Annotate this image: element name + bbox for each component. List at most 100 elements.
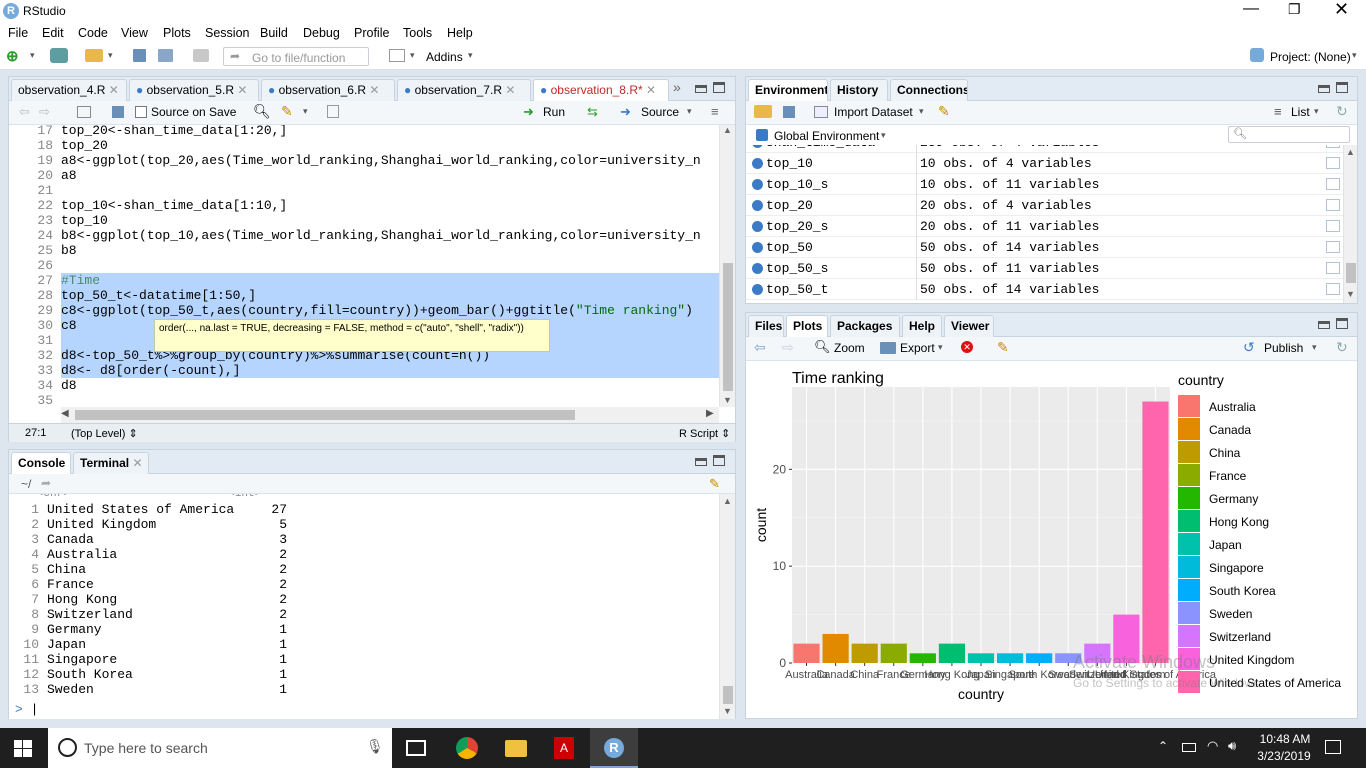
scroll-down-icon[interactable]: ▼: [1346, 289, 1355, 299]
taskbar-search-box[interactable]: Type here to search 🎙︎: [48, 728, 392, 768]
env-row[interactable]: top_10 10 obs. of 4 variables: [746, 153, 1343, 174]
hscroll-thumb[interactable]: [75, 410, 575, 420]
save-icon[interactable]: [133, 49, 146, 62]
menu-help[interactable]: Help: [447, 26, 473, 40]
outline-icon[interactable]: ≡: [711, 104, 719, 119]
chevron-down-icon[interactable]: ▾: [1352, 50, 1357, 61]
export-button[interactable]: Export: [900, 341, 935, 355]
wifi-icon[interactable]: ◠: [1207, 738, 1218, 754]
next-plot-icon[interactable]: ⇨: [782, 339, 794, 356]
console-scrollbar[interactable]: ▲ ▼: [719, 494, 735, 719]
env-row[interactable]: top_50_s 50 obs. of 11 variables: [746, 258, 1343, 279]
show-hidden-icons-icon[interactable]: ⌃: [1158, 739, 1168, 753]
restore-icon[interactable]: ❐: [1288, 1, 1301, 18]
project-menu[interactable]: Project: (None): [1270, 50, 1351, 64]
scroll-thumb[interactable]: [723, 263, 733, 391]
env-row[interactable]: top_20 20 obs. of 4 variables: [746, 195, 1343, 216]
env-row[interactable]: shan_time_data 239 obs. of 4 variables: [746, 145, 1343, 153]
tab-observation-7[interactable]: ● observation_7.R ✕: [397, 79, 531, 101]
forward-icon[interactable]: ⇨: [39, 104, 50, 120]
chevron-down-icon[interactable]: ▾: [468, 50, 473, 61]
menu-edit[interactable]: Edit: [42, 26, 64, 40]
run-button[interactable]: Run: [543, 105, 565, 119]
zoom-button[interactable]: Zoom: [834, 341, 865, 355]
minimize-icon[interactable]: —: [1243, 0, 1259, 18]
maximize-pane-icon[interactable]: [713, 455, 725, 466]
publish-button[interactable]: Publish: [1264, 341, 1303, 355]
menu-profile[interactable]: Profile: [354, 26, 389, 40]
close-tab-icon[interactable]: ✕: [237, 83, 247, 97]
tab-history[interactable]: History: [830, 79, 888, 101]
show-in-window-icon[interactable]: [77, 106, 91, 118]
scope-menu[interactable]: (Top Level) ⇕: [71, 427, 138, 440]
env-row[interactable]: top_10_s 10 obs. of 11 variables: [746, 174, 1343, 195]
list-view-button[interactable]: List: [1291, 105, 1310, 119]
chevron-down-icon[interactable]: ▾: [881, 130, 886, 141]
tab-observation-5[interactable]: ● observation_5.R ✕: [129, 79, 259, 101]
print-icon[interactable]: [193, 49, 209, 62]
scroll-thumb[interactable]: [1346, 263, 1356, 283]
maximize-pane-icon[interactable]: [1336, 318, 1348, 329]
view-table-icon[interactable]: [1326, 145, 1340, 148]
tab-console[interactable]: Console: [11, 452, 71, 474]
scroll-left-icon[interactable]: ◀: [61, 408, 69, 419]
view-table-icon[interactable]: [1326, 157, 1340, 169]
clear-console-icon[interactable]: ✎: [709, 476, 720, 492]
expand-icon[interactable]: [752, 158, 763, 169]
clock-time[interactable]: 10:48 AM: [1256, 732, 1314, 746]
magic-wand-icon[interactable]: ✎: [281, 103, 293, 120]
expand-icon[interactable]: [752, 221, 763, 232]
import-dataset-button[interactable]: Import Dataset: [834, 105, 913, 119]
menu-view[interactable]: View: [121, 26, 148, 40]
chrome-icon[interactable]: [456, 737, 478, 759]
battery-icon[interactable]: [1182, 743, 1196, 752]
volume-icon[interactable]: 🔊︎: [1228, 738, 1236, 754]
view-table-icon[interactable]: [1326, 199, 1340, 211]
close-tab-icon[interactable]: ✕: [132, 456, 142, 470]
notifications-icon[interactable]: [1325, 740, 1341, 754]
tab-plots[interactable]: Plots: [786, 315, 828, 337]
tab-help[interactable]: Help: [902, 315, 942, 337]
scroll-thumb[interactable]: [723, 686, 733, 704]
acrobat-icon[interactable]: A: [554, 737, 574, 759]
tab-viewer[interactable]: Viewer: [944, 315, 994, 337]
menu-tools[interactable]: Tools: [403, 26, 432, 40]
chevron-down-icon[interactable]: ▾: [303, 106, 308, 117]
menu-debug[interactable]: Debug: [303, 26, 340, 40]
more-tabs-icon[interactable]: »: [673, 79, 681, 95]
chevron-down-icon[interactable]: ▾: [410, 50, 415, 61]
scroll-down-icon[interactable]: ▼: [723, 706, 732, 716]
minimize-pane-icon[interactable]: [1318, 321, 1330, 329]
source-button[interactable]: Source: [641, 105, 679, 119]
chevron-down-icon[interactable]: ▾: [687, 106, 692, 117]
tab-observation-8[interactable]: ● observation_8.R* ✕: [533, 79, 669, 101]
chevron-down-icon[interactable]: ▾: [938, 342, 943, 353]
save-all-icon[interactable]: [158, 49, 173, 62]
addins-button[interactable]: Addins: [426, 50, 463, 64]
remove-plot-icon[interactable]: ✕: [961, 341, 973, 353]
view-table-icon[interactable]: [1326, 262, 1340, 274]
minimize-pane-icon[interactable]: [1318, 85, 1330, 93]
working-dir[interactable]: ~/: [21, 477, 31, 491]
expand-icon[interactable]: [752, 179, 763, 190]
file-type-menu[interactable]: R Script ⇕: [679, 427, 730, 440]
close-icon[interactable]: ✕: [1334, 0, 1349, 20]
tab-observation-6[interactable]: ● observation_6.R ✕: [261, 79, 395, 101]
previous-plot-icon[interactable]: ⇦: [754, 339, 766, 356]
env-row[interactable]: top_50 50 obs. of 14 variables: [746, 237, 1343, 258]
env-search-input[interactable]: 🔍︎: [1228, 126, 1350, 143]
tab-files[interactable]: Files: [748, 315, 784, 337]
rerun-icon[interactable]: ⇆: [587, 104, 598, 120]
close-tab-icon[interactable]: ✕: [109, 83, 119, 97]
chevron-down-icon[interactable]: ▾: [1314, 106, 1319, 117]
view-table-icon[interactable]: [1326, 241, 1340, 253]
scroll-down-icon[interactable]: ▼: [723, 395, 732, 405]
load-workspace-icon[interactable]: [754, 105, 772, 118]
scroll-up-icon[interactable]: ▲: [723, 125, 732, 135]
tab-terminal[interactable]: Terminal ✕: [73, 452, 149, 474]
maximize-pane-icon[interactable]: [1336, 82, 1348, 93]
refresh-icon[interactable]: ↻: [1336, 339, 1348, 356]
maximize-pane-icon[interactable]: [713, 82, 725, 93]
rstudio-taskbar-button[interactable]: R: [590, 728, 638, 768]
refresh-icon[interactable]: ↻: [1336, 103, 1348, 120]
